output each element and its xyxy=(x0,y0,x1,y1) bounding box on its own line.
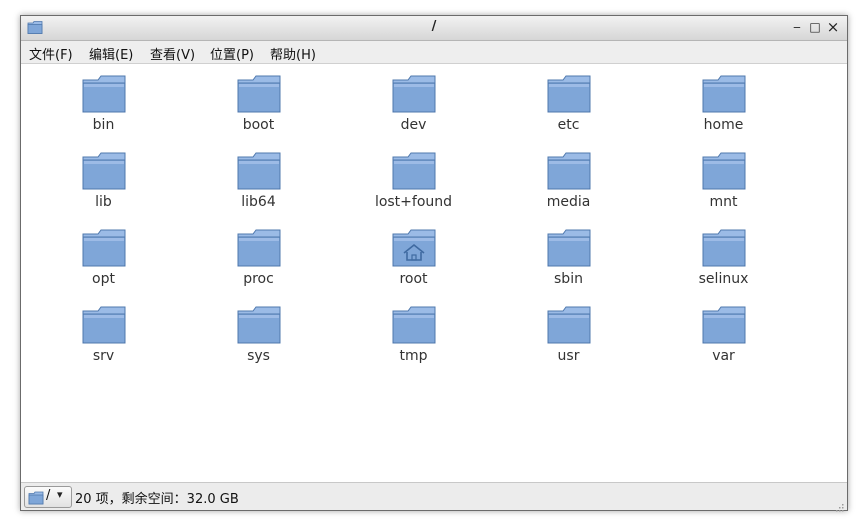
folder-icon xyxy=(81,74,127,114)
folder-item-home[interactable]: home xyxy=(646,74,801,151)
menu-help[interactable]: 帮助(H) xyxy=(268,44,318,63)
folder-label: srv xyxy=(92,348,115,364)
folder-item-boot[interactable]: boot xyxy=(181,74,336,151)
folder-icon xyxy=(81,305,127,345)
menu-view[interactable]: 查看(V) xyxy=(148,44,197,63)
resize-grip-icon[interactable] xyxy=(834,497,844,512)
menu-edit[interactable]: 编辑(E) xyxy=(87,44,135,63)
window-title: / xyxy=(431,19,437,34)
folder-label: root xyxy=(399,271,428,287)
path-dropdown[interactable]: / ▾ xyxy=(24,486,72,508)
folder-icon xyxy=(236,151,282,191)
menu-location[interactable]: 位置(P) xyxy=(208,44,256,63)
folder-label: sys xyxy=(247,348,270,364)
folder-icon xyxy=(81,151,127,191)
folder-icon xyxy=(236,74,282,114)
folder-item-usr[interactable]: usr xyxy=(491,305,646,382)
folder-label: proc xyxy=(243,271,274,287)
minimize-button[interactable]: ‒ xyxy=(789,19,805,35)
folder-icon xyxy=(546,228,592,268)
folder-label: tmp xyxy=(399,348,428,364)
folder-icon xyxy=(546,74,592,114)
chevron-down-icon: ▾ xyxy=(57,488,63,501)
folder-label: home xyxy=(703,117,744,133)
maximize-button[interactable]: □ xyxy=(807,19,823,35)
path-text: / xyxy=(46,488,51,503)
folder-item-proc[interactable]: proc xyxy=(181,228,336,305)
folder-icon xyxy=(701,305,747,345)
folder-item-media[interactable]: media xyxy=(491,151,646,228)
folder-label: bin xyxy=(92,117,115,133)
folder-item-srv[interactable]: srv xyxy=(26,305,181,382)
folder-label: dev xyxy=(400,117,427,133)
folder-item-bin[interactable]: bin xyxy=(26,74,181,151)
folder-item-sbin[interactable]: sbin xyxy=(491,228,646,305)
folder-item-lost-found[interactable]: lost+found xyxy=(336,151,491,228)
folder-icon xyxy=(546,305,592,345)
folder-label: lost+found xyxy=(374,194,453,210)
folder-label: mnt xyxy=(709,194,738,210)
folder-item-var[interactable]: var xyxy=(646,305,801,382)
folder-icon xyxy=(236,228,282,268)
folder-item-opt[interactable]: opt xyxy=(26,228,181,305)
close-button[interactable]: × xyxy=(825,19,841,35)
folder-icon xyxy=(391,305,437,345)
folder-view[interactable]: bin boot dev etc home lib lib64 lost+found media… xyxy=(21,64,847,482)
title-bar[interactable]: / ‒ □ × xyxy=(21,16,847,41)
folder-icon xyxy=(28,490,44,505)
folder-item-lib[interactable]: lib xyxy=(26,151,181,228)
folder-item-mnt[interactable]: mnt xyxy=(646,151,801,228)
folder-icon xyxy=(701,151,747,191)
folder-icon xyxy=(391,151,437,191)
folder-item-dev[interactable]: dev xyxy=(336,74,491,151)
status-bar: / ▾ 20 项，剩余空间：32.0 GB xyxy=(21,482,847,512)
folder-icon xyxy=(701,228,747,268)
folder-icon xyxy=(546,151,592,191)
folder-item-sys[interactable]: sys xyxy=(181,305,336,382)
status-summary: 20 项，剩余空间：32.0 GB xyxy=(75,492,239,507)
folder-label: media xyxy=(546,194,591,210)
folder-icon xyxy=(701,74,747,114)
folder-grid: bin boot dev etc home lib lib64 lost+found media… xyxy=(21,74,852,382)
folder-label: lib64 xyxy=(241,194,276,210)
file-manager-window: / ‒ □ × 文件(F) 编辑(E) 查看(V) 位置(P) 帮助(H) bi… xyxy=(20,15,848,512)
folder-label: usr xyxy=(557,348,580,364)
folder-icon xyxy=(236,305,282,345)
folder-label: boot xyxy=(242,117,275,133)
folder-item-selinux[interactable]: selinux xyxy=(646,228,801,305)
folder-label: selinux xyxy=(698,271,749,287)
folder-label: lib xyxy=(95,194,112,210)
home-folder-icon xyxy=(391,228,437,268)
folder-icon xyxy=(391,74,437,114)
folder-item-tmp[interactable]: tmp xyxy=(336,305,491,382)
folder-label: sbin xyxy=(554,271,583,287)
menu-bar: 文件(F) 编辑(E) 查看(V) 位置(P) 帮助(H) xyxy=(21,41,847,64)
folder-label: opt xyxy=(92,271,115,287)
folder-item-root[interactable]: root xyxy=(336,228,491,305)
folder-icon xyxy=(81,228,127,268)
menu-file[interactable]: 文件(F) xyxy=(27,44,75,63)
folder-label: etc xyxy=(557,117,580,133)
folder-item-lib64[interactable]: lib64 xyxy=(181,151,336,228)
folder-label: var xyxy=(712,348,735,364)
folder-item-etc[interactable]: etc xyxy=(491,74,646,151)
